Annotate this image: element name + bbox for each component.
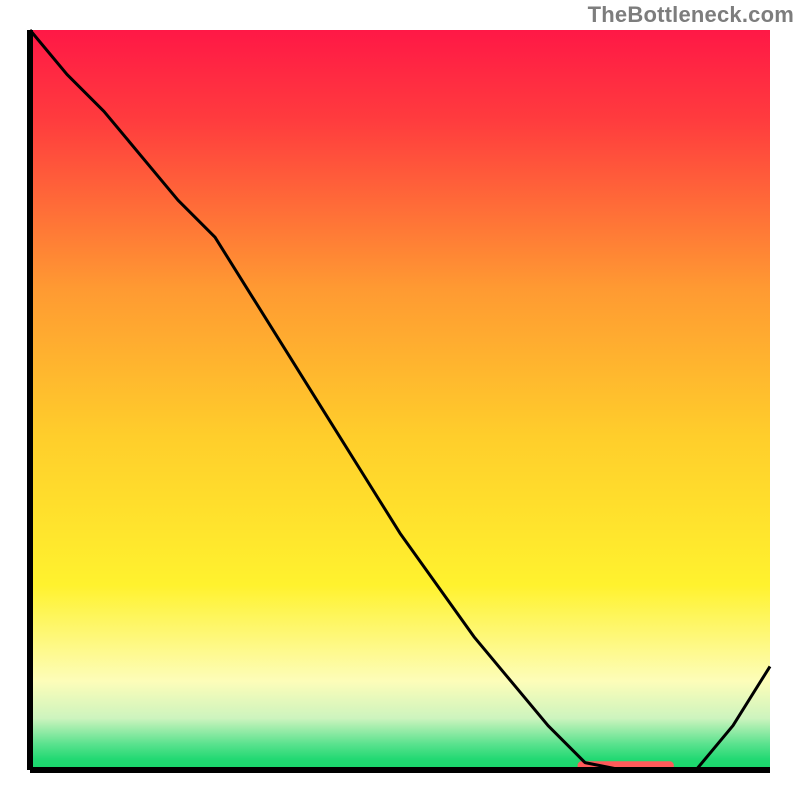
chart-background [30, 30, 770, 770]
bottleneck-chart [0, 0, 800, 800]
watermark-label: TheBottleneck.com [588, 2, 794, 28]
chart-container: TheBottleneck.com [0, 0, 800, 800]
